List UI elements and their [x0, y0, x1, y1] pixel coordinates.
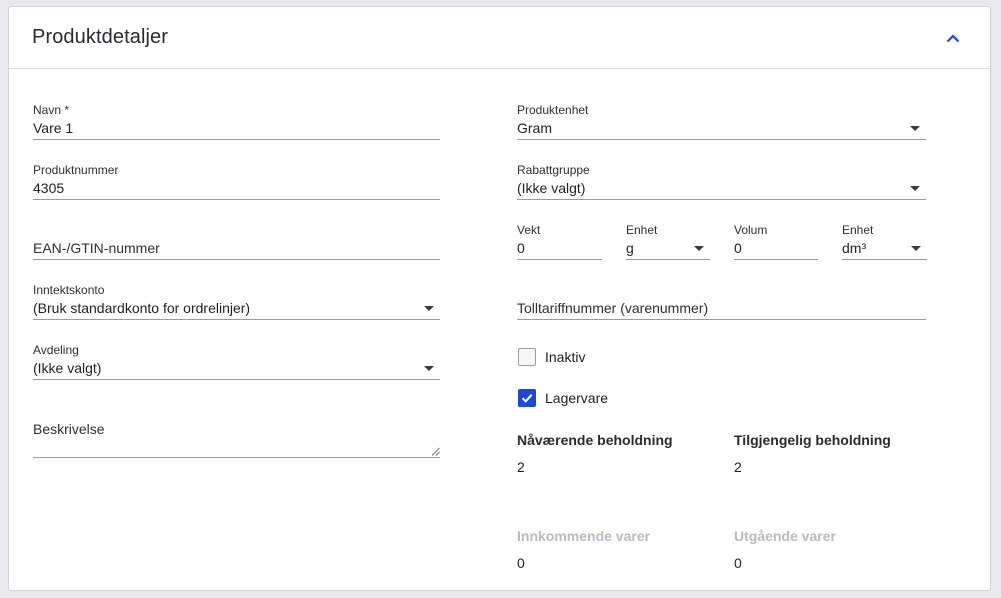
product-unit-select[interactable]: Produktenhet Gram [517, 103, 926, 140]
weight-value: 0 [517, 240, 525, 256]
caret-down-icon [424, 306, 434, 311]
field-underline [517, 319, 926, 320]
field-underline [517, 199, 926, 200]
name-field[interactable]: Navn * Vare 1 [33, 103, 440, 140]
chevron-up-icon [946, 33, 960, 42]
stock-item-checkbox[interactable] [518, 389, 536, 407]
customs-tariff-field[interactable]: Tolltariffnummer (varenummer) [517, 283, 926, 320]
outgoing-label: Utgående varer [734, 528, 836, 544]
caret-down-icon [694, 246, 704, 251]
product-unit-label: Produktenhet [517, 103, 589, 117]
department-value: (Ikke valgt) [33, 360, 102, 376]
department-label: Avdeling [33, 343, 79, 357]
field-underline [33, 259, 440, 260]
description-textarea[interactable]: Beskrivelse [33, 419, 440, 458]
field-underline [33, 199, 440, 200]
weight-unit-value: g [626, 240, 634, 256]
ean-placeholder: EAN-/GTIN-nummer [33, 240, 160, 256]
caret-down-icon [911, 246, 921, 251]
page-title: Produktdetaljer [32, 26, 169, 48]
department-select[interactable]: Avdeling (Ikke valgt) [33, 343, 440, 380]
product-number-field[interactable]: Produktnummer 4305 [33, 163, 440, 200]
checkmark-icon [521, 394, 533, 403]
weight-unit-label: Enhet [626, 223, 658, 237]
field-underline [33, 139, 440, 140]
resize-handle-icon[interactable] [431, 447, 440, 456]
field-underline [33, 379, 440, 380]
volume-label: Volum [734, 223, 768, 237]
available-stock-label: Tilgjengelig beholdning [734, 432, 891, 448]
discount-group-value: (Ikke valgt) [517, 180, 586, 196]
caret-down-icon [424, 366, 434, 371]
incoming-value: 0 [517, 555, 525, 571]
volume-unit-select[interactable]: Enhet dm³ [842, 223, 927, 260]
name-value: Vare 1 [33, 120, 74, 136]
volume-value: 0 [734, 240, 742, 256]
field-underline [734, 259, 818, 260]
product-details-card: Produktdetaljer Navn * Vare 1 Produktnum… [8, 6, 991, 591]
field-underline [517, 259, 602, 260]
stock-item-label[interactable]: Lagervare [545, 390, 608, 406]
volume-unit-value: dm³ [842, 240, 867, 256]
product-number-label: Produktnummer [33, 163, 119, 177]
outgoing-value: 0 [734, 555, 742, 571]
caret-down-icon [910, 126, 920, 131]
volume-unit-label: Enhet [842, 223, 874, 237]
ean-field[interactable]: EAN-/GTIN-nummer [33, 223, 440, 260]
field-underline [33, 457, 440, 458]
weight-unit-select[interactable]: Enhet g [626, 223, 710, 260]
inactive-checkbox[interactable] [518, 348, 536, 366]
income-account-value: (Bruk standardkonto for ordrelinjer) [33, 300, 251, 316]
current-stock-label: Nåværende beholdning [517, 432, 673, 448]
product-unit-value: Gram [517, 120, 552, 136]
discount-group-select[interactable]: Rabattgruppe (Ikke valgt) [517, 163, 926, 200]
collapse-button[interactable] [941, 26, 965, 50]
inactive-label[interactable]: Inaktiv [545, 349, 585, 365]
card-header: Produktdetaljer [9, 7, 990, 69]
volume-field[interactable]: Volum 0 [734, 223, 818, 260]
customs-tariff-placeholder: Tolltariffnummer (varenummer) [517, 300, 709, 316]
description-placeholder: Beskrivelse [33, 421, 105, 437]
field-underline [517, 139, 926, 140]
discount-group-label: Rabattgruppe [517, 163, 590, 177]
product-number-value: 4305 [33, 180, 65, 196]
name-label: Navn * [33, 103, 70, 117]
caret-down-icon [910, 186, 920, 191]
field-underline [842, 259, 927, 260]
field-underline [626, 259, 710, 260]
weight-field[interactable]: Vekt 0 [517, 223, 602, 260]
weight-label: Vekt [517, 223, 541, 237]
current-stock-value: 2 [517, 459, 525, 475]
incoming-label: Innkommende varer [517, 528, 651, 544]
available-stock-value: 2 [734, 459, 742, 475]
income-account-label: Inntektskonto [33, 283, 105, 297]
income-account-select[interactable]: Inntektskonto (Bruk standardkonto for or… [33, 283, 440, 320]
field-underline [33, 319, 440, 320]
